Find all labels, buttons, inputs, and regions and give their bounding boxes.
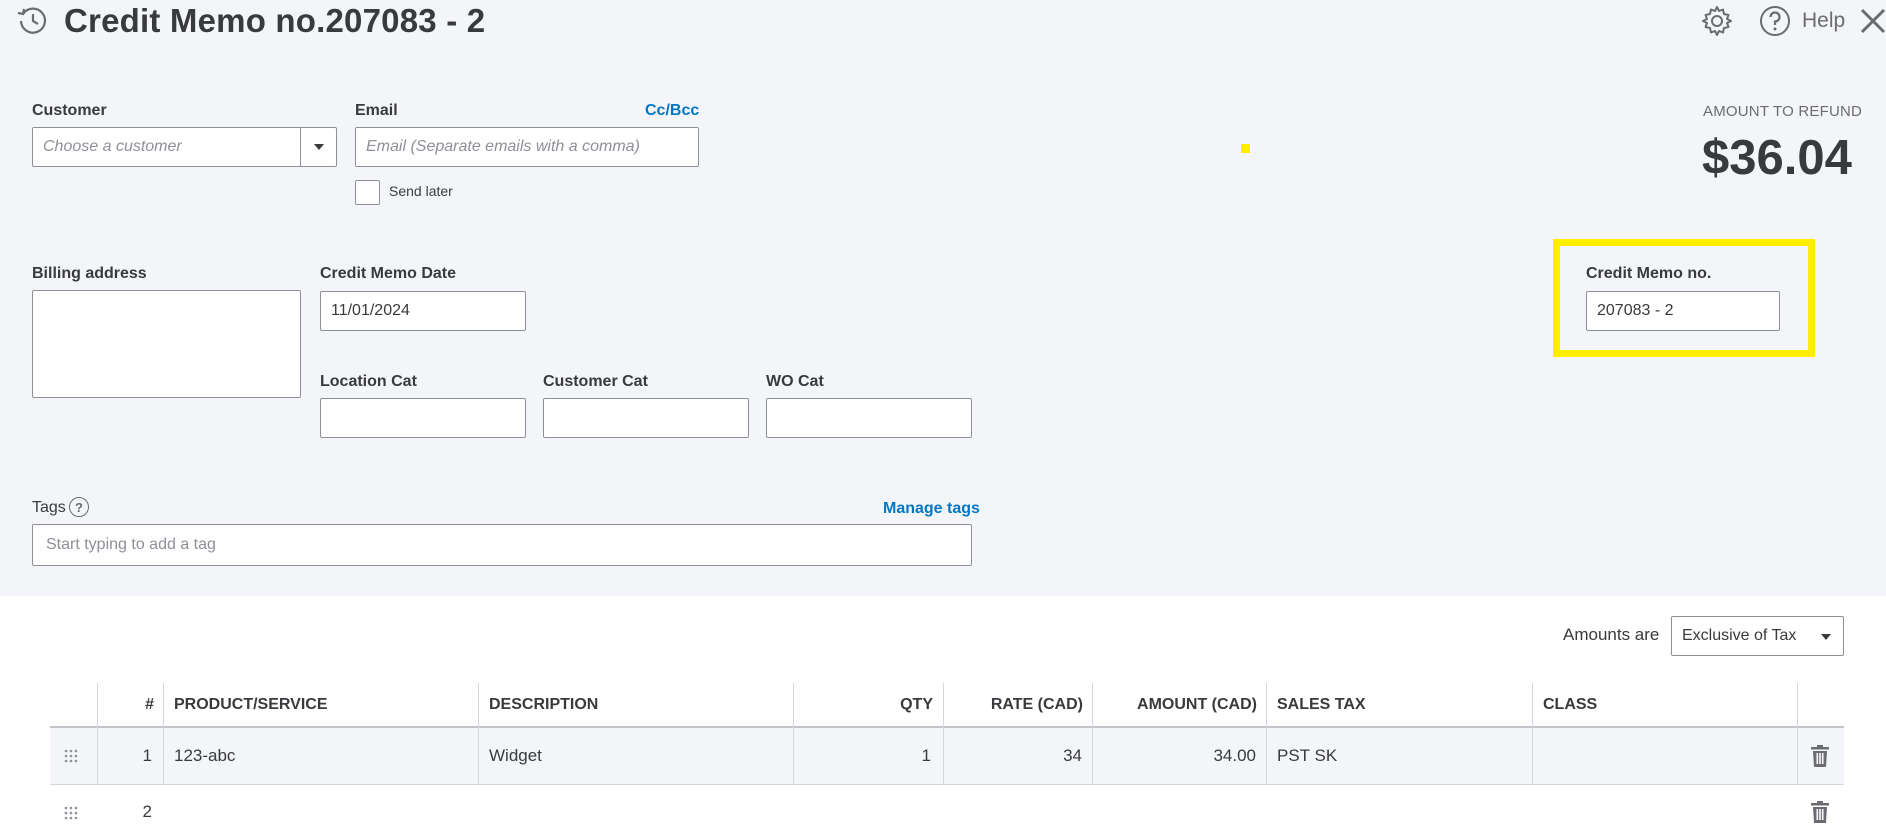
table-row[interactable] [50, 728, 1844, 784]
customer-label: Customer [32, 102, 107, 119]
amount-to-refund-value: $36.04 [1702, 131, 1852, 185]
close-icon[interactable] [1858, 6, 1886, 36]
customer-dropdown-button[interactable] [300, 128, 336, 166]
history-icon[interactable] [16, 4, 50, 38]
row-num: 1 [142, 746, 152, 765]
row-num: 2 [142, 802, 152, 821]
gear-icon[interactable] [1700, 4, 1734, 38]
col-header-amount: AMOUNT (CAD) [1137, 696, 1257, 713]
customer-select[interactable]: Choose a customer [32, 127, 337, 167]
cc-bcc-link[interactable]: Cc/Bcc [645, 102, 699, 120]
row-sales-tax[interactable]: PST SK [1277, 746, 1337, 766]
col-header-class: CLASS [1543, 696, 1598, 713]
credit-memo-no-field[interactable]: 207083 - 2 [1586, 291, 1780, 331]
credit-memo-no-label: Credit Memo no. [1586, 265, 1712, 282]
credit-memo-no-value: 207083 - 2 [1597, 302, 1674, 319]
trash-icon[interactable] [1811, 801, 1829, 823]
billing-address-textarea[interactable] [32, 290, 301, 398]
email-field[interactable]: Email (Separate emails with a comma) [355, 127, 699, 167]
location-cat-label: Location Cat [320, 373, 417, 390]
chevron-down-icon [313, 144, 324, 150]
credit-memo-date-field[interactable]: 11/01/2024 [320, 291, 526, 331]
col-header-num: # [145, 696, 154, 713]
tags-placeholder: Start typing to add a tag [46, 536, 216, 553]
amounts-are-value: Exclusive of Tax [1682, 627, 1797, 644]
manage-tags-link[interactable]: Manage tags [883, 500, 980, 518]
send-later-label: Send later [389, 183, 453, 199]
col-header-sales-tax: SALES TAX [1277, 696, 1366, 713]
email-placeholder: Email (Separate emails with a comma) [366, 138, 640, 155]
col-header-product: PRODUCT/SERVICE [174, 696, 328, 713]
row-product[interactable]: 123-abc [174, 746, 235, 766]
location-cat-field[interactable] [320, 398, 526, 438]
drag-handle-icon[interactable] [63, 805, 79, 821]
customer-cat-label: Customer Cat [543, 373, 648, 390]
row-qty[interactable]: 1 [800, 746, 931, 766]
col-header-description: DESCRIPTION [489, 696, 599, 713]
col-header-qty: QTY [900, 696, 933, 713]
tags-label: Tags [32, 499, 66, 516]
drag-handle-icon[interactable] [63, 748, 79, 764]
credit-memo-date-label: Credit Memo Date [320, 265, 457, 282]
customer-placeholder: Choose a customer [43, 138, 182, 155]
amounts-are-label: Amounts are [1563, 625, 1660, 644]
highlight-marker [1241, 144, 1250, 153]
wo-cat-field[interactable] [766, 398, 972, 438]
col-header-rate: RATE (CAD) [990, 696, 1083, 713]
customer-cat-field[interactable] [543, 398, 749, 438]
help-icon[interactable] [1758, 4, 1792, 38]
row-description[interactable]: Widget [489, 746, 542, 766]
table-row[interactable] [50, 785, 1844, 835]
trash-icon[interactable] [1811, 745, 1829, 767]
tags-input[interactable]: Start typing to add a tag [32, 524, 972, 566]
email-label: Email [355, 102, 398, 119]
row-rate[interactable]: 34 [950, 746, 1082, 766]
tags-help-icon[interactable]: ? [69, 497, 89, 517]
chevron-down-icon [1821, 634, 1831, 640]
send-later-checkbox[interactable] [355, 180, 380, 205]
credit-memo-date-value: 11/01/2024 [331, 302, 410, 319]
page-title: Credit Memo no.207083 - 2 [64, 2, 486, 39]
help-link[interactable]: Help [1802, 9, 1845, 33]
amount-to-refund-label: AMOUNT TO REFUND [1703, 103, 1863, 120]
table-header-divider [50, 726, 1844, 728]
row-amount[interactable]: 34.00 [1100, 746, 1256, 766]
amounts-are-select[interactable]: Exclusive of Tax [1671, 616, 1844, 656]
billing-address-label: Billing address [32, 265, 147, 282]
wo-cat-label: WO Cat [766, 373, 824, 390]
